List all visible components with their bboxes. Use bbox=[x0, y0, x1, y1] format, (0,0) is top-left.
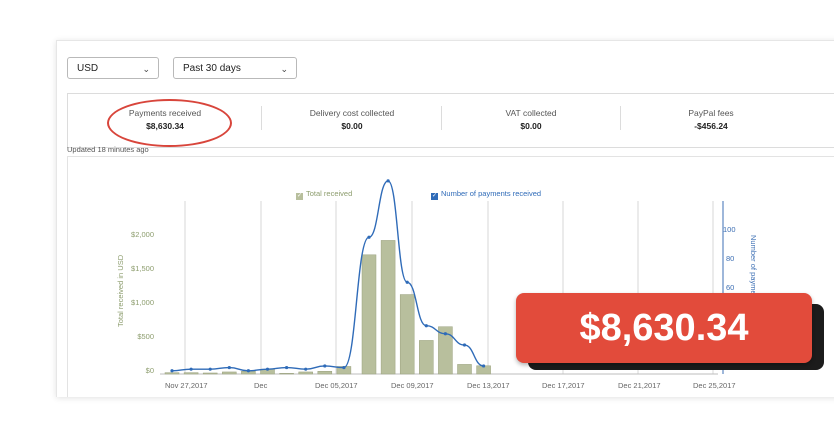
bar bbox=[164, 372, 180, 375]
stat-vat-collected: VAT collected $0.00 bbox=[442, 94, 620, 149]
x-tick-label: Dec 13,2017 bbox=[467, 381, 510, 390]
line-point bbox=[405, 280, 409, 284]
x-tick-label: Dec 25,2017 bbox=[693, 381, 736, 390]
series-line bbox=[171, 180, 484, 372]
bar bbox=[419, 340, 434, 375]
x-tick-label: Dec 21,2017 bbox=[618, 381, 661, 390]
line-point bbox=[170, 369, 174, 373]
line-point bbox=[342, 365, 346, 370]
period-value: Past 30 days bbox=[183, 63, 241, 74]
stat-value: -$456.24 bbox=[694, 121, 728, 131]
line-point bbox=[482, 364, 486, 368]
bar bbox=[183, 372, 199, 375]
line-point bbox=[443, 332, 447, 336]
bar bbox=[361, 254, 377, 375]
stat-label: PayPal fees bbox=[688, 108, 734, 118]
bar bbox=[279, 373, 294, 375]
currency-select[interactable]: USD ⌄ bbox=[67, 57, 159, 79]
line-point bbox=[462, 343, 467, 347]
chevron-down-icon: ⌄ bbox=[142, 64, 150, 74]
stat-label: VAT collected bbox=[505, 108, 557, 118]
highlight-circle bbox=[107, 99, 232, 147]
line-point bbox=[189, 367, 193, 371]
bar bbox=[317, 371, 333, 375]
line-point bbox=[285, 365, 289, 370]
stat-delivery-cost: Delivery cost collected $0.00 bbox=[262, 94, 442, 149]
chevron-down-icon: ⌄ bbox=[280, 64, 288, 74]
line-point bbox=[265, 367, 270, 371]
bar bbox=[202, 372, 218, 375]
bar bbox=[457, 364, 472, 375]
x-tick-label: Dec 09,2017 bbox=[391, 381, 434, 390]
updated-timestamp: Updated 18 minutes ago bbox=[67, 145, 149, 154]
line-point bbox=[367, 235, 371, 239]
line-point bbox=[246, 369, 250, 373]
stat-label: Delivery cost collected bbox=[309, 108, 395, 118]
bar bbox=[380, 240, 396, 375]
line-point bbox=[304, 367, 308, 371]
line-point bbox=[208, 367, 212, 371]
x-tick-label: Dec 05,2017 bbox=[315, 381, 358, 390]
line-point bbox=[227, 365, 231, 370]
bar bbox=[399, 294, 415, 375]
line-point bbox=[323, 364, 327, 368]
stat-value: $0.00 bbox=[341, 121, 363, 131]
line-point bbox=[386, 179, 390, 183]
stat-value: $0.00 bbox=[520, 121, 542, 131]
bar bbox=[298, 371, 313, 375]
x-tick-label: Dec bbox=[254, 381, 268, 390]
stat-paypal-fees: PayPal fees -$456.24 bbox=[621, 94, 801, 149]
line-point bbox=[424, 324, 428, 328]
currency-value: USD bbox=[77, 63, 99, 74]
x-tick-label: Nov 27,2017 bbox=[165, 381, 208, 390]
x-tick-label: Dec 17,2017 bbox=[542, 381, 585, 390]
payments-total-callout: $8,630.34 bbox=[516, 293, 812, 363]
period-select[interactable]: Past 30 days ⌄ bbox=[173, 57, 297, 79]
bar bbox=[222, 371, 237, 375]
